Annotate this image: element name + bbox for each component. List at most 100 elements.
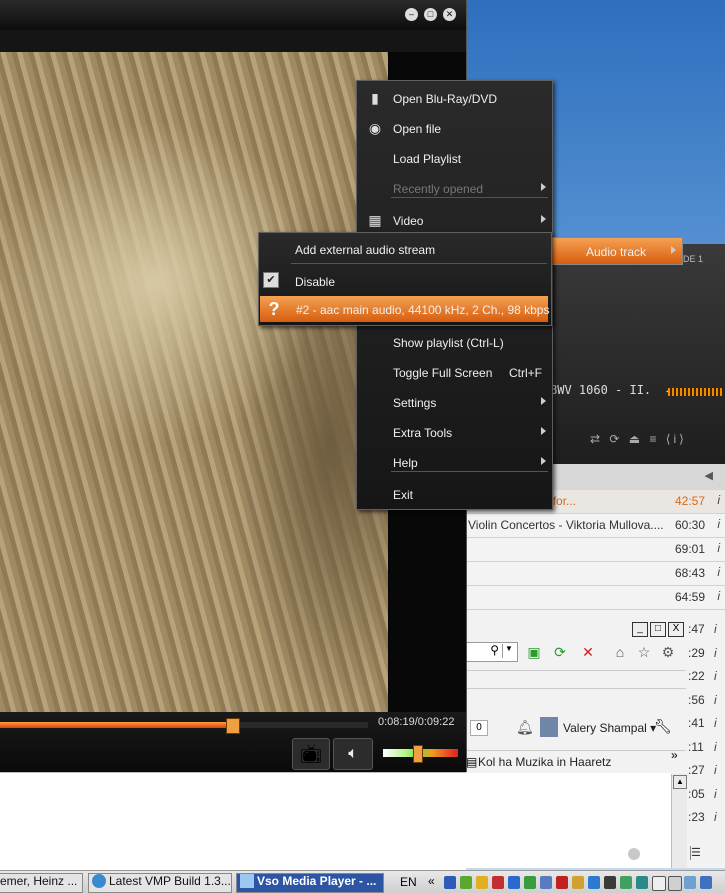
rss-icon[interactable]: ▣ [524, 642, 544, 662]
favorites-star-icon[interactable]: ☆ [634, 642, 654, 662]
speaker-icon[interactable]: 🔈︎ [333, 738, 373, 770]
stop-icon[interactable]: ✕ [578, 642, 598, 662]
disc-icon: ▮ [371, 90, 379, 106]
refresh-icon[interactable]: ⟳ [550, 642, 570, 662]
info-icon[interactable]: i [714, 787, 717, 801]
seek-bar[interactable] [0, 718, 368, 734]
menu-item-disable-audio[interactable]: ✔ Disable [259, 268, 551, 294]
tray-icon-15[interactable] [668, 876, 682, 891]
tray-icon-10[interactable] [588, 876, 600, 889]
tray-icon-13[interactable] [636, 876, 648, 889]
playlist-row-duration: 64:59 [674, 590, 705, 604]
tv-icon[interactable]: 📺︎ [292, 738, 330, 770]
menu-item-exit[interactable]: Exit [357, 481, 552, 507]
info-icon[interactable]: i [714, 740, 717, 754]
tray-icon-16[interactable] [684, 876, 696, 889]
tray-icon-8[interactable] [556, 876, 568, 889]
vertical-scrollbar[interactable]: ▲ [671, 774, 687, 868]
info-icon[interactable]: i [714, 716, 717, 730]
taskbar-button-3[interactable]: Vso Media Player - ... [236, 873, 384, 893]
bg-player-controls[interactable]: ⇄ ⟳ ⏏ ≡ ⟨i⟩ [590, 432, 687, 446]
tray-icon-9[interactable] [572, 876, 584, 889]
tools-gear-icon[interactable]: ⚙ [658, 642, 678, 662]
home-icon[interactable]: ⌂ [610, 642, 630, 662]
browser-close-button[interactable]: X [668, 622, 684, 637]
bg-player-volume-bar[interactable] [668, 388, 724, 396]
minimize-button[interactable]: – [405, 8, 418, 21]
tray-icon-5[interactable] [508, 876, 520, 889]
info-icon[interactable]: i [717, 493, 720, 507]
tray-icon-1[interactable] [444, 876, 456, 889]
info-icon[interactable]: i [714, 622, 717, 636]
menu-item-audio-stream-2[interactable]: ? #2 - aac main audio, 44100 kHz, 2 Ch., … [260, 296, 549, 322]
info-icon[interactable]: i [714, 693, 717, 707]
browser-search-box[interactable]: ⚲ ▼ [466, 642, 518, 662]
user-menu[interactable]: Valery Shampal ▾ [563, 721, 656, 735]
user-avatar[interactable] [540, 717, 558, 737]
tray-icon-7[interactable] [540, 876, 552, 889]
menu-item-open-file[interactable]: ◉ Open file [357, 115, 552, 141]
playlist-row-duration: 60:30 [674, 518, 705, 532]
menu-item-recently-opened[interactable]: Recently opened [357, 175, 552, 201]
menu-item-label: Disable [295, 275, 336, 289]
checkbox-checked-icon[interactable]: ✔ [263, 272, 279, 288]
volume-slider[interactable] [383, 745, 458, 763]
playlist-row[interactable]: 64:59 i [466, 586, 725, 610]
playlist-row-duration: 68:43 [674, 566, 705, 580]
info-icon[interactable]: i [714, 646, 717, 660]
search-icon[interactable]: ⚲ [490, 643, 499, 657]
info-icon[interactable]: i [714, 810, 717, 824]
tray-icon-12[interactable] [620, 876, 632, 889]
seek-handle[interactable] [225, 718, 240, 734]
info-icon[interactable]: i [717, 517, 720, 531]
language-indicator[interactable]: EN [400, 875, 417, 889]
menu-item-show-playlist-ctrl-l[interactable]: Show playlist (Ctrl-L) [357, 329, 552, 355]
scroll-circle-icon[interactable] [628, 848, 640, 860]
menu-item-open-blu-ray-dvd[interactable]: ▮ Open Blu-Ray/DVD [357, 85, 552, 111]
taskbar-button-1[interactable]: emer, Heinz ... [0, 873, 83, 893]
tray-icon-6[interactable] [524, 876, 536, 889]
collapse-arrow-icon[interactable]: ◀ [705, 469, 713, 482]
menu-item-extra-tools[interactable]: Extra Tools [357, 419, 552, 445]
info-icon[interactable]: i [714, 763, 717, 777]
tray-icon-14[interactable] [652, 876, 666, 891]
player-title-bar[interactable]: – □ ✕ [0, 0, 466, 30]
info-icon[interactable]: i [717, 565, 720, 579]
tray-icon-17[interactable] [700, 876, 712, 889]
tray-icon-4[interactable] [492, 876, 504, 889]
tray-icon-3[interactable] [476, 876, 488, 889]
menu-item-help[interactable]: Help [357, 449, 552, 475]
info-icon[interactable]: i [714, 669, 717, 683]
tray-icon-11[interactable] [604, 876, 616, 889]
info-icon[interactable]: i [717, 589, 720, 603]
menu-item-toggle-full-screen[interactable]: Toggle Full Screen Ctrl+F [357, 359, 552, 385]
volume-handle[interactable] [412, 745, 423, 763]
chevron-more-icon[interactable]: » [671, 748, 678, 762]
browser-minimize-button[interactable]: _ [632, 622, 648, 637]
playlist-row[interactable]: 68:43 i [466, 562, 725, 586]
playlist-row[interactable]: Violin Concertos - Viktoria Mullova.... 6… [466, 514, 725, 538]
info-icon[interactable]: i [717, 541, 720, 555]
list-icon[interactable]: ☰ [690, 846, 703, 860]
tray-icon-2[interactable] [460, 876, 472, 889]
menu-item-load-playlist[interactable]: Load Playlist [357, 145, 552, 171]
video-frame[interactable] [0, 52, 388, 712]
menu-item-settings[interactable]: Settings [357, 389, 552, 415]
tray-expand-icon[interactable]: « [428, 874, 435, 888]
close-button[interactable]: ✕ [443, 8, 456, 21]
bell-icon[interactable]: 🔔︎ [516, 719, 534, 736]
menu-item-video[interactable]: ▦ Video [357, 207, 552, 233]
wrench-icon[interactable]: 🔧︎ [654, 718, 672, 735]
menu-item-add-external-audio[interactable]: Add external audio stream [259, 236, 551, 262]
favorite-link[interactable]: Kol ha Muzika in Haaretz [478, 755, 611, 769]
taskbar-button-2[interactable]: Latest VMP Build 1.3.... [88, 873, 232, 893]
maximize-button[interactable]: □ [424, 8, 437, 21]
browser-maximize-button[interactable]: □ [650, 622, 666, 637]
film-icon: ◉ [368, 120, 382, 136]
dropdown-arrow-icon[interactable]: ▼ [502, 644, 515, 658]
scroll-up-icon[interactable]: ▲ [673, 775, 687, 789]
playlist-row[interactable]: 69:01 i [466, 538, 725, 562]
menu-item-audio-track[interactable]: Audio track [551, 237, 683, 265]
menu-item-label: Audio track [586, 245, 647, 259]
menu-item-label: Load Playlist [393, 152, 462, 166]
